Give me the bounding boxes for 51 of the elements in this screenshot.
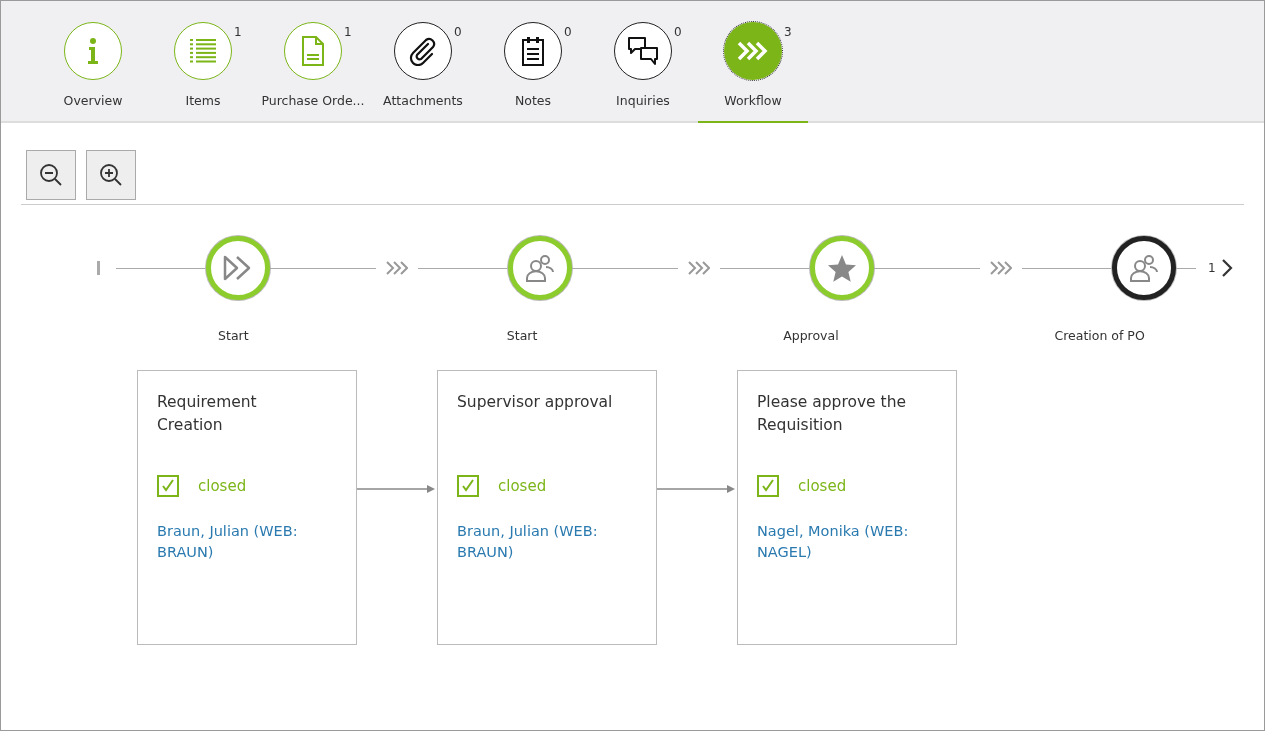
count-label: 0 <box>454 25 462 39</box>
workflow-step-node[interactable] <box>810 236 874 300</box>
task-title: Supervisor approval <box>457 392 614 413</box>
status-text: closed <box>198 477 247 495</box>
document-icon <box>302 36 324 66</box>
tab[interactable]: Overview <box>38 1 148 123</box>
workflow-step-node[interactable] <box>1112 236 1176 300</box>
zoom-in-button[interactable] <box>86 150 136 200</box>
status-text: closed <box>498 477 547 495</box>
chat-bubbles-icon <box>627 36 659 66</box>
tab[interactable]: 3 Workflow <box>698 1 808 123</box>
star-icon <box>827 254 857 282</box>
workflow-step-node[interactable] <box>508 236 572 300</box>
zoom-out-button[interactable] <box>26 150 76 200</box>
fast-forward-icon <box>223 255 253 281</box>
assignee-link[interactable]: Nagel, Monika (WEB: NAGEL) <box>757 521 942 563</box>
users-icon <box>1129 254 1159 282</box>
paperclip-icon <box>408 36 438 66</box>
task-title: Please approve the Requisition <box>757 392 907 436</box>
count-label: 0 <box>674 25 682 39</box>
tab[interactable]: 0 Inquiries <box>588 1 698 123</box>
zoom-out-icon <box>39 163 63 187</box>
notepad-icon <box>521 36 545 66</box>
step-label: Start <box>217 328 250 343</box>
tab[interactable]: 1 Items <box>148 1 258 123</box>
chevrons-icon <box>990 261 1012 275</box>
tab[interactable]: 0 Attachments <box>368 1 478 123</box>
users-icon <box>525 254 555 282</box>
tab[interactable]: 0 Notes <box>478 1 588 123</box>
zoom-in-icon <box>99 163 123 187</box>
count-label: 1 <box>234 25 242 39</box>
step-label: Creation of PO <box>1053 328 1146 343</box>
assignee-link[interactable]: Braun, Julian (WEB: BRAUN) <box>457 521 642 563</box>
count-label: 0 <box>564 25 572 39</box>
count-label: 1 <box>344 25 352 39</box>
step-label: Start <box>505 328 539 343</box>
list-icon <box>190 39 216 63</box>
chevrons-icon <box>737 40 769 62</box>
chevron-right-icon[interactable] <box>1220 259 1233 277</box>
workflow-step-node[interactable] <box>206 236 270 300</box>
timeline-start-marker <box>97 261 100 275</box>
chevrons-icon <box>688 261 710 275</box>
step-label: Approval <box>782 328 840 343</box>
count-label: 3 <box>784 25 792 39</box>
assignee-link[interactable]: Braun, Julian (WEB: BRAUN) <box>157 521 342 563</box>
tab[interactable]: 1 Purchase Orde... <box>258 1 368 123</box>
chevrons-icon <box>386 261 408 275</box>
status-text: closed <box>798 477 847 495</box>
page-number: 1 <box>1208 261 1216 275</box>
task-title: Requirement Creation <box>157 392 258 436</box>
info-icon <box>87 37 99 65</box>
